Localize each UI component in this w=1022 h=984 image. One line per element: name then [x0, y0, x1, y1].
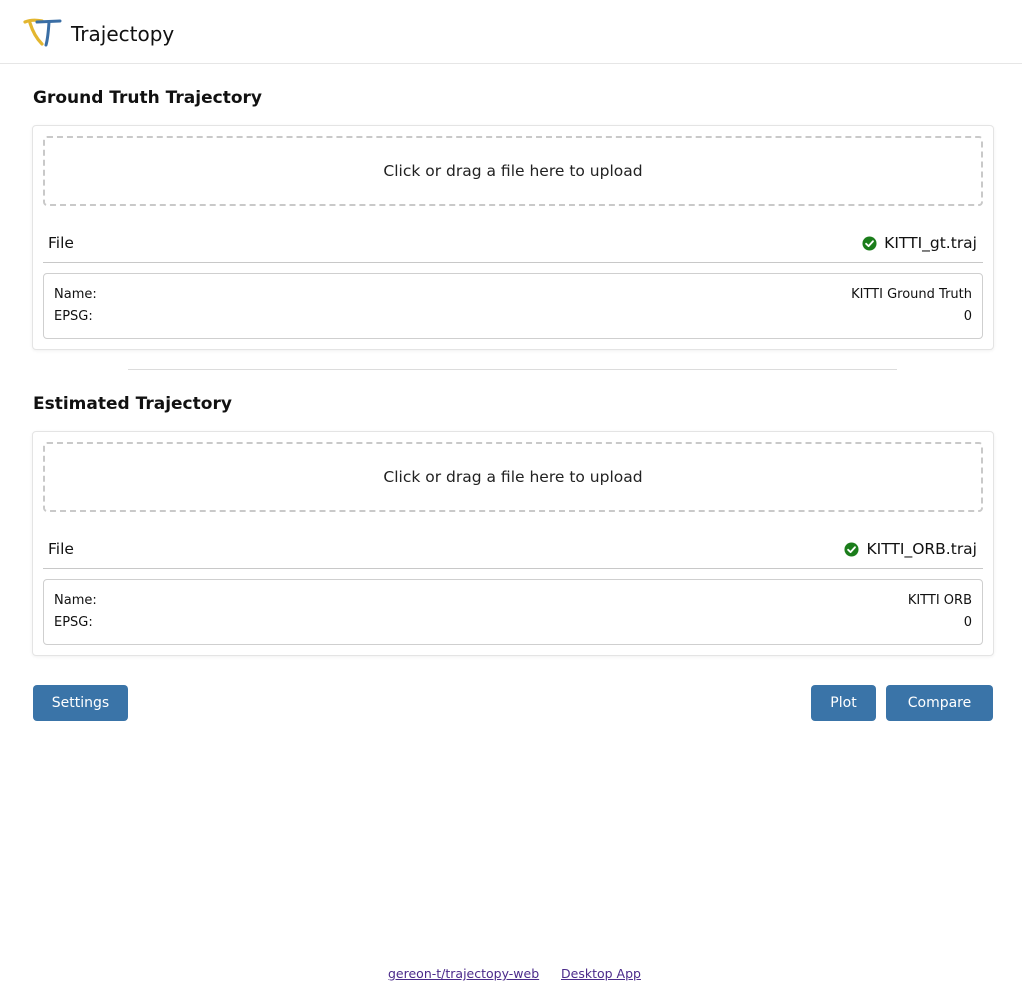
ground-truth-file-row: File KITTI_gt.traj [43, 226, 983, 263]
meta-name-key: Name: [54, 593, 97, 608]
meta-name-key: Name: [54, 287, 97, 302]
file-label: File [48, 540, 74, 558]
meta-epsg-key: EPSG: [54, 309, 93, 324]
check-circle-icon [862, 235, 877, 251]
footer: gereon-t/trajectopy-web Desktop App [0, 966, 1022, 984]
desktop-app-link[interactable]: Desktop App [561, 966, 641, 981]
file-name: KITTI_ORB.traj [866, 540, 977, 558]
estimated-card: Click or drag a file here to upload File… [32, 431, 994, 656]
meta-name-row: Name: KITTI Ground Truth [54, 287, 972, 307]
repo-link[interactable]: gereon-t/trajectopy-web [388, 966, 539, 981]
estimated-file-row: File KITTI_ORB.traj [43, 532, 983, 569]
app-title: Trajectopy [71, 22, 175, 46]
meta-name-row: Name: KITTI ORB [54, 593, 972, 613]
meta-epsg-key: EPSG: [54, 615, 93, 630]
check-circle-icon [844, 541, 860, 557]
meta-name-value: KITTI Ground Truth [851, 287, 972, 302]
estimated-metadata: Name: KITTI ORB EPSG: 0 [43, 579, 983, 645]
meta-name-value: KITTI ORB [907, 593, 972, 608]
top-bar: Trajectopy [0, 0, 1022, 64]
file-status: KITTI_ORB.traj [844, 540, 977, 558]
meta-epsg-row: EPSG: 0 [54, 309, 972, 329]
section-divider [128, 369, 897, 370]
meta-epsg-value: 0 [963, 309, 972, 324]
estimated-section-title: Estimated Trajectory [33, 394, 232, 414]
settings-button[interactable]: Settings [33, 685, 128, 721]
upload-prompt: Click or drag a file here to upload [383, 162, 643, 180]
compare-button[interactable]: Compare [886, 685, 993, 721]
file-status: KITTI_gt.traj [862, 234, 977, 252]
ground-truth-metadata: Name: KITTI Ground Truth EPSG: 0 [43, 273, 983, 339]
file-label: File [48, 234, 74, 252]
plot-button[interactable]: Plot [811, 685, 876, 721]
trajectopy-logo-icon[interactable] [22, 16, 64, 50]
estimated-upload-dropzone[interactable]: Click or drag a file here to upload [43, 442, 983, 512]
meta-epsg-value: 0 [963, 615, 972, 630]
ground-truth-card: Click or drag a file here to upload File… [32, 125, 994, 350]
ground-truth-section-title: Ground Truth Trajectory [33, 88, 262, 108]
ground-truth-upload-dropzone[interactable]: Click or drag a file here to upload [43, 136, 983, 206]
meta-epsg-row: EPSG: 0 [54, 615, 972, 635]
upload-prompt: Click or drag a file here to upload [383, 468, 643, 486]
file-name: KITTI_gt.traj [884, 234, 977, 252]
